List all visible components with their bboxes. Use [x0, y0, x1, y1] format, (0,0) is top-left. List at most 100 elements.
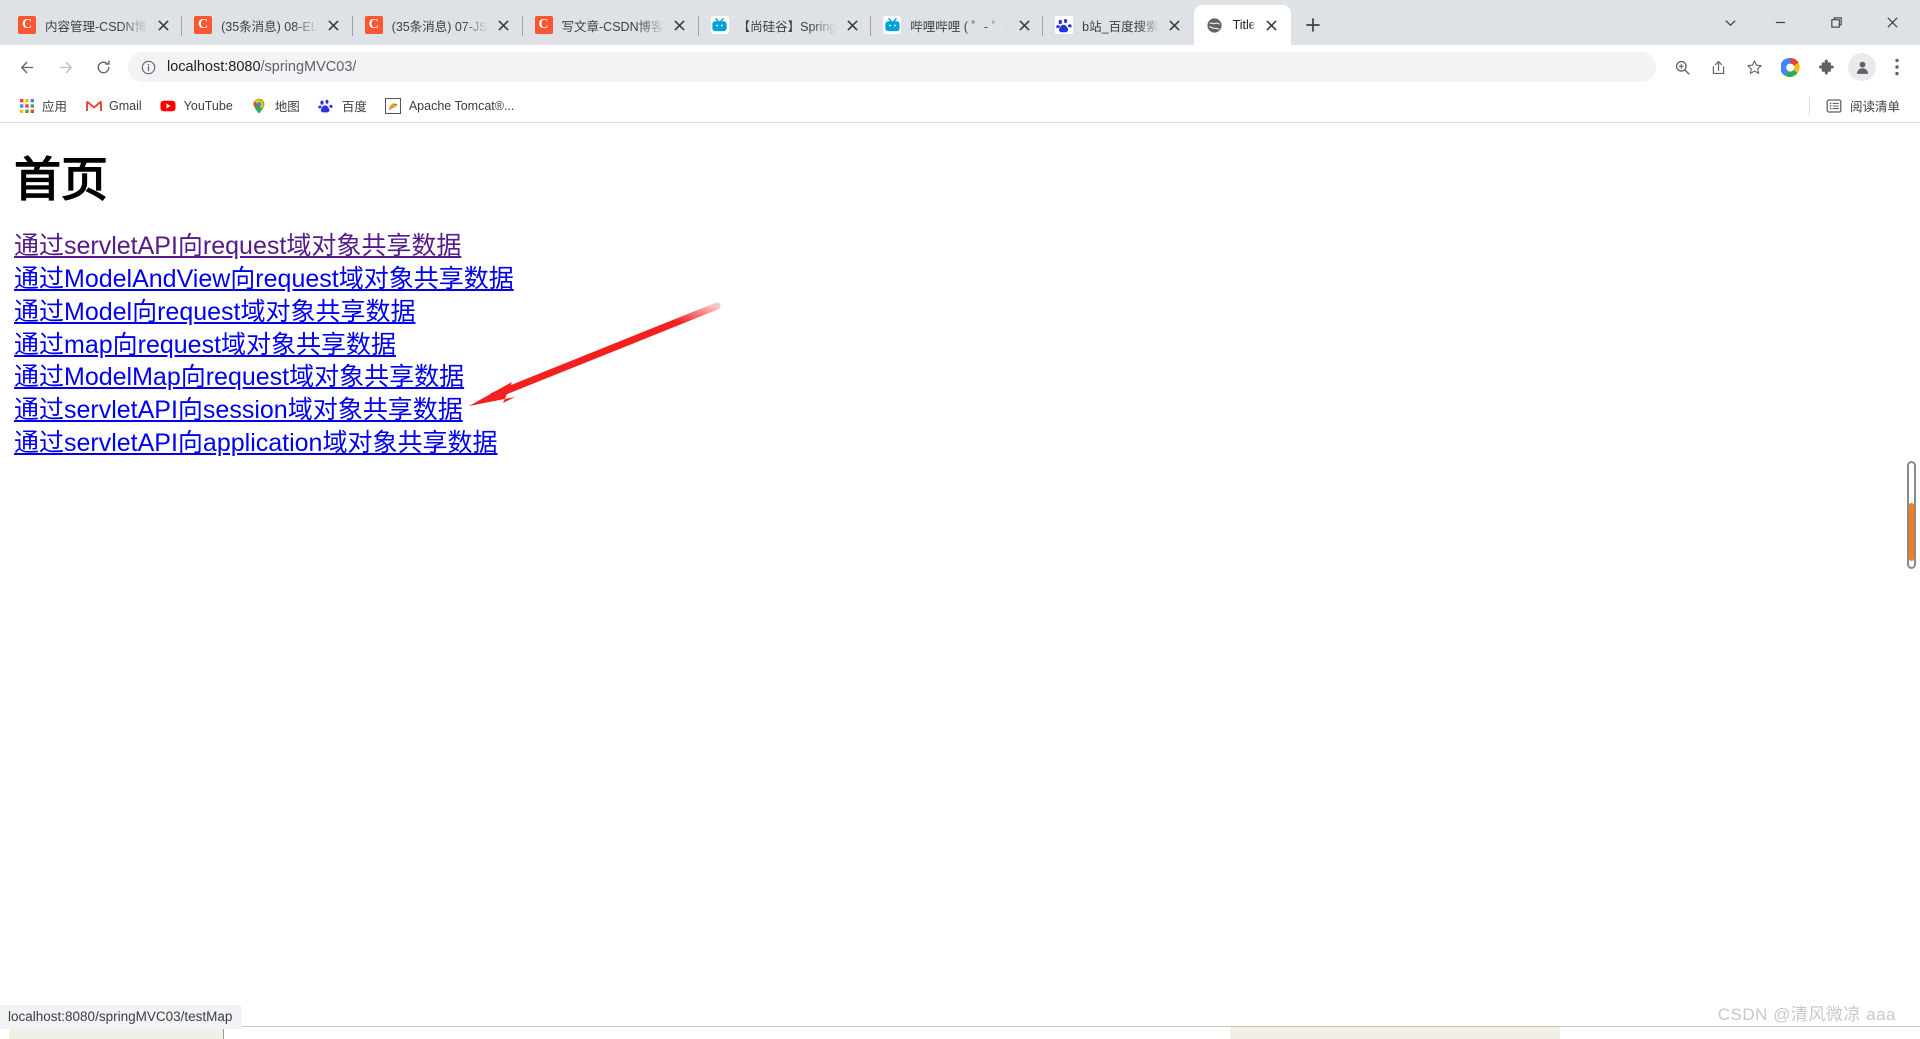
- status-bar: localhost:8080/springMVC03/testMap: [0, 1005, 243, 1029]
- youtube-icon: [160, 97, 177, 114]
- profile-avatar-icon[interactable]: [1848, 53, 1876, 81]
- bookmark-youtube[interactable]: YouTube: [152, 93, 241, 119]
- browser-tab-active-title[interactable]: Title: [1193, 5, 1291, 45]
- forward-icon[interactable]: [49, 51, 81, 83]
- reading-list-icon: [1826, 97, 1843, 114]
- tab-title: (35条消息) 07-JS: [391, 19, 488, 34]
- back-icon[interactable]: [11, 51, 43, 83]
- link-model-request[interactable]: 通过Model向request域对象共享数据: [14, 296, 415, 329]
- browser-window: C 内容管理-CSDN博 C (35条消息) 08-EL C (35条消息) 0…: [0, 0, 1920, 1039]
- close-icon[interactable]: [670, 15, 690, 35]
- tab-title: 写文章-CSDN博客: [561, 19, 664, 34]
- tab-title: 内容管理-CSDN博: [45, 19, 148, 34]
- close-icon[interactable]: [1165, 15, 1185, 35]
- close-window-button[interactable]: [1864, 0, 1920, 45]
- zoom-in-icon[interactable]: [1666, 51, 1698, 83]
- browser-tab-2[interactable]: C (35条消息) 08-EL: [182, 5, 353, 45]
- bookmark-label: 地图: [274, 100, 300, 114]
- extensions-puzzle-icon[interactable]: [1810, 51, 1842, 83]
- bilibili-icon: [883, 16, 902, 34]
- sliver-segment: [1230, 1026, 1560, 1039]
- url-host: localhost:8080: [167, 59, 261, 75]
- csdn-icon: C: [18, 16, 36, 34]
- page-viewport: 首页 通过servletAPI向request域对象共享数据 通过ModelAn…: [0, 123, 1920, 1039]
- browser-tab-4[interactable]: C 写文章-CSDN博客: [523, 5, 699, 45]
- bookmark-label: YouTube: [183, 98, 233, 113]
- browser-tab-3[interactable]: C (35条消息) 07-JS: [353, 5, 523, 45]
- bookmark-label: 应用: [42, 100, 68, 114]
- tab-title: (35条消息) 08-EL: [221, 19, 318, 34]
- browser-tab-6[interactable]: 哔哩哔哩 ( ゜- ゜): [871, 5, 1044, 45]
- baidu-icon: [318, 97, 335, 114]
- link-servletapi-application[interactable]: 通过servletAPI向application域对象共享数据: [14, 427, 497, 460]
- tomcat-icon: [385, 97, 402, 114]
- reading-list-button[interactable]: 阅读清单: [1818, 93, 1908, 119]
- tab-title: 哔哩哔哩 ( ゜- ゜): [910, 19, 1009, 34]
- link-servletapi-request[interactable]: 通过servletAPI向request域对象共享数据: [14, 230, 461, 263]
- bookmark-gmail[interactable]: Gmail: [77, 93, 150, 119]
- bookmark-label: Apache Tomcat®...: [408, 98, 515, 113]
- url-path: /springMVC03/: [260, 59, 357, 75]
- bookmark-label: Gmail: [109, 98, 142, 113]
- csdn-icon: C: [534, 16, 553, 34]
- bookmark-maps[interactable]: 地图: [243, 93, 308, 119]
- link-map-request[interactable]: 通过map向request域对象共享数据: [14, 329, 396, 362]
- close-icon[interactable]: [842, 15, 862, 35]
- minimize-button[interactable]: [1752, 0, 1808, 45]
- reload-icon[interactable]: [87, 51, 119, 83]
- link-list: 通过servletAPI向request域对象共享数据 通过ModelAndVi…: [14, 230, 1920, 459]
- browser-tab-5[interactable]: 【尚硅谷】Spring: [699, 5, 872, 45]
- bookmark-apps[interactable]: 应用: [10, 93, 75, 119]
- browser-tab-1[interactable]: C 内容管理-CSDN博: [6, 5, 183, 45]
- page-content: 首页 通过servletAPI向request域对象共享数据 通过ModelAn…: [0, 123, 1920, 460]
- close-icon[interactable]: [1262, 15, 1282, 35]
- bottom-window-sliver: [0, 1026, 1920, 1039]
- maps-pin-icon: [251, 97, 268, 114]
- sliver-segment: [1560, 1026, 1920, 1039]
- gmail-icon: [85, 97, 102, 114]
- tab-strip: C 内容管理-CSDN博 C (35条消息) 08-EL C (35条消息) 0…: [0, 0, 1920, 45]
- bookmark-label: 百度: [341, 100, 367, 114]
- link-modelmap-request[interactable]: 通过ModelMap向request域对象共享数据: [14, 361, 464, 394]
- browser-tab-7[interactable]: b站_百度搜索: [1043, 5, 1193, 45]
- bookmark-baidu[interactable]: 百度: [310, 93, 375, 119]
- address-bar[interactable]: localhost:8080/springMVC03/: [128, 52, 1656, 82]
- apps-grid-icon: [18, 97, 35, 114]
- google-apps-icon[interactable]: [1774, 51, 1806, 83]
- google-circle: [1780, 57, 1800, 77]
- csdn-icon: C: [194, 16, 213, 34]
- globe-icon: [1206, 16, 1224, 34]
- tab-list: C 内容管理-CSDN博 C (35条消息) 08-EL C (35条消息) 0…: [6, 0, 1327, 45]
- bookmarks-divider: [1808, 96, 1810, 115]
- maximize-restore-button[interactable]: [1808, 0, 1864, 45]
- window-controls: [1708, 0, 1920, 45]
- more-vertical-icon[interactable]: [1882, 51, 1912, 83]
- tab-title: Title: [1232, 18, 1256, 32]
- info-circle-icon[interactable]: [140, 59, 157, 76]
- bookmark-apache-tomcat[interactable]: Apache Tomcat®...: [377, 93, 523, 119]
- scrollbar-thumb[interactable]: [1907, 461, 1916, 569]
- star-bookmark-icon[interactable]: [1738, 51, 1770, 83]
- tab-title: b站_百度搜索: [1082, 19, 1159, 34]
- address-bar-url: localhost:8080/springMVC03/: [167, 59, 356, 75]
- close-icon[interactable]: [1014, 15, 1034, 35]
- baidu-icon: [1055, 16, 1074, 34]
- new-tab-button[interactable]: [1299, 11, 1327, 39]
- chevron-down-icon[interactable]: [1708, 0, 1752, 45]
- close-icon[interactable]: [494, 15, 514, 35]
- toolbar-actions: [1664, 51, 1912, 83]
- link-modelandview-request[interactable]: 通过ModelAndView向request域对象共享数据: [14, 263, 514, 296]
- link-servletapi-session[interactable]: 通过servletAPI向session域对象共享数据: [14, 394, 463, 427]
- share-icon[interactable]: [1702, 51, 1734, 83]
- reading-list-area: 阅读清单: [1808, 93, 1910, 119]
- close-icon[interactable]: [324, 15, 344, 35]
- page-scrollbar[interactable]: [1904, 123, 1919, 1039]
- bookmarks-bar: 应用 Gmail YouTube 地图 百度 Apache Tomcat®...…: [0, 89, 1920, 123]
- watermark: CSDN @清风微凉 aaa: [1717, 1005, 1896, 1024]
- csdn-icon: C: [364, 16, 383, 34]
- reading-list-label: 阅读清单: [1849, 100, 1900, 114]
- browser-toolbar: localhost:8080/springMVC03/: [0, 45, 1920, 89]
- close-icon[interactable]: [153, 15, 173, 35]
- bilibili-icon: [710, 16, 729, 34]
- tab-title: 【尚硅谷】Spring: [737, 19, 837, 34]
